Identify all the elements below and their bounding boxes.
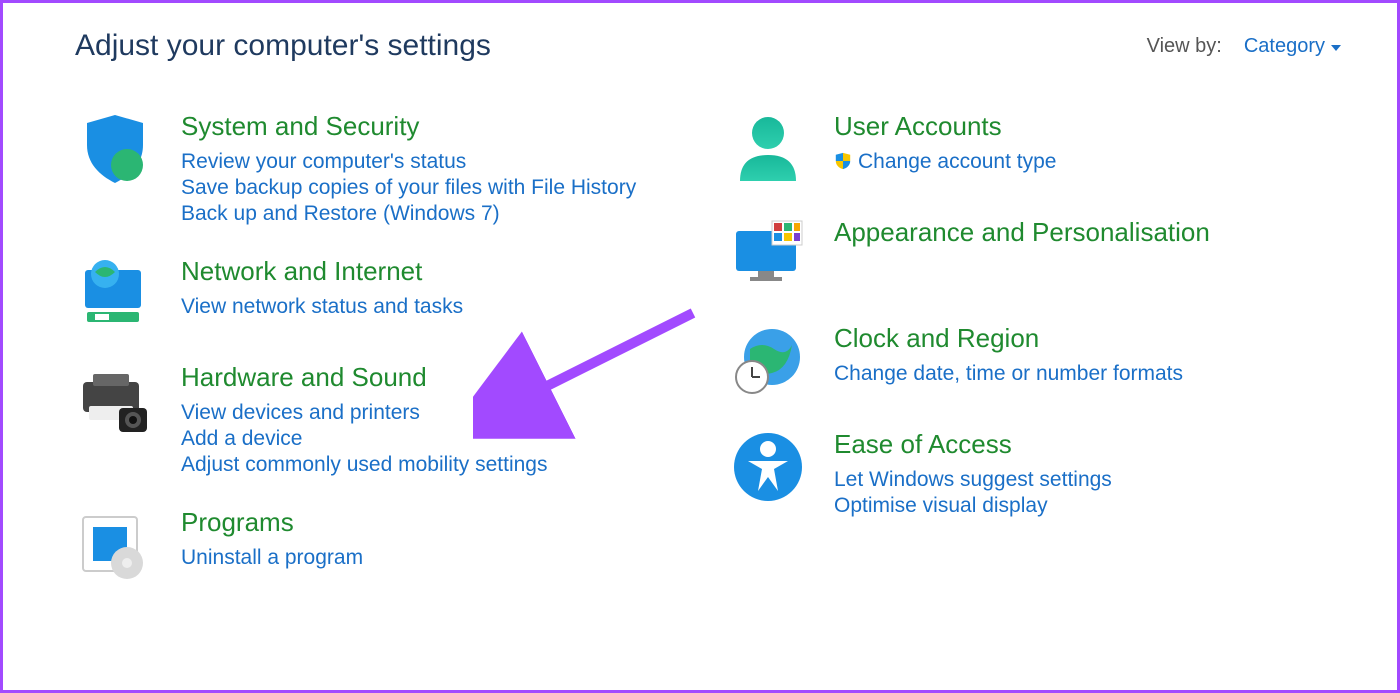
accessibility-icon: [728, 427, 808, 507]
category-link[interactable]: Adjust commonly used mobility settings: [181, 453, 548, 477]
category-programs: Programs Uninstall a program: [75, 505, 688, 585]
printer-camera-icon: [75, 360, 155, 440]
category-link[interactable]: View devices and printers: [181, 401, 548, 425]
programs-icon: [75, 505, 155, 585]
chevron-down-icon: [1331, 45, 1341, 51]
category-link[interactable]: Back up and Restore (Windows 7): [181, 202, 636, 226]
category-system-security: System and Security Review your computer…: [75, 109, 688, 228]
left-column: System and Security Review your computer…: [75, 109, 688, 611]
category-network-internet: Network and Internet View network status…: [75, 254, 688, 334]
category-link[interactable]: View network status and tasks: [181, 295, 463, 319]
category-title[interactable]: Network and Internet: [181, 256, 422, 287]
category-link[interactable]: Review your computer's status: [181, 150, 636, 174]
category-link[interactable]: Save backup copies of your files with Fi…: [181, 176, 636, 200]
user-icon: [728, 109, 808, 189]
category-appearance: Appearance and Personalisation: [728, 215, 1341, 295]
category-title[interactable]: Hardware and Sound: [181, 362, 427, 393]
category-link[interactable]: Uninstall a program: [181, 546, 363, 570]
category-link[interactable]: Change date, time or number formats: [834, 362, 1183, 386]
view-by-selected: Category: [1244, 35, 1325, 58]
network-icon: [75, 254, 155, 334]
view-by-label: View by:: [1147, 35, 1222, 58]
category-link[interactable]: Optimise visual display: [834, 494, 1112, 518]
page-title: Adjust your computer's settings: [75, 29, 491, 63]
view-by-dropdown[interactable]: Category: [1244, 35, 1341, 58]
right-column: User Accounts Change account type: [728, 109, 1341, 611]
category-clock-region: Clock and Region Change date, time or nu…: [728, 321, 1341, 401]
category-link[interactable]: Add a device: [181, 427, 548, 451]
category-user-accounts: User Accounts Change account type: [728, 109, 1341, 189]
category-columns: System and Security Review your computer…: [3, 73, 1397, 611]
category-title[interactable]: Ease of Access: [834, 429, 1012, 460]
uac-shield-icon: [834, 152, 852, 176]
monitor-colors-icon: [728, 215, 808, 295]
category-link[interactable]: Change account type: [834, 150, 1056, 176]
category-title[interactable]: Programs: [181, 507, 294, 538]
category-title[interactable]: Appearance and Personalisation: [834, 217, 1210, 248]
shield-icon: [75, 109, 155, 189]
header: Adjust your computer's settings View by:…: [3, 3, 1397, 73]
view-by-group: View by: Category: [1147, 35, 1341, 58]
category-hardware-sound: Hardware and Sound View devices and prin…: [75, 360, 688, 479]
category-title[interactable]: User Accounts: [834, 111, 1002, 142]
category-link-text: Change account type: [858, 150, 1056, 173]
category-ease-access: Ease of Access Let Windows suggest setti…: [728, 427, 1341, 520]
globe-clock-icon: [728, 321, 808, 401]
category-link[interactable]: Let Windows suggest settings: [834, 468, 1112, 492]
category-title[interactable]: System and Security: [181, 111, 419, 142]
category-title[interactable]: Clock and Region: [834, 323, 1039, 354]
